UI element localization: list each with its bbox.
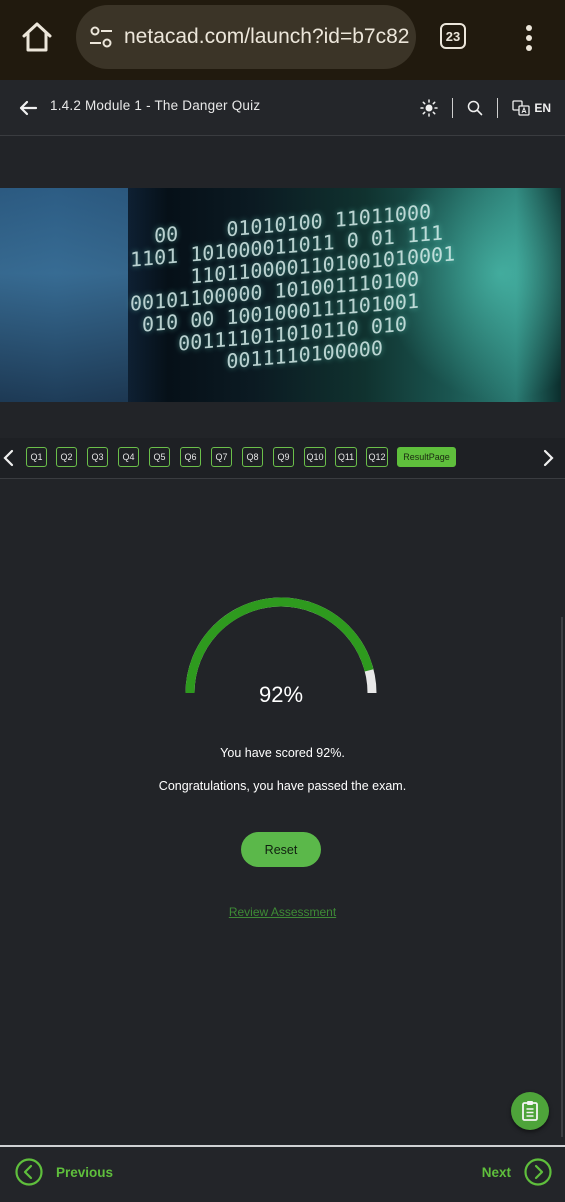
pass-message: Congratulations, you have passed the exa… — [158, 779, 407, 793]
divider — [497, 98, 499, 118]
gauge-track — [185, 597, 377, 694]
chevron-left-icon[interactable] — [2, 448, 16, 468]
question-button-q10[interactable]: Q10 — [304, 447, 326, 467]
next-label: Next — [481, 1164, 511, 1180]
home-icon[interactable] — [20, 20, 54, 54]
page-footer: Previous Next — [0, 1145, 565, 1202]
review-assessment-link[interactable]: Review Assessment — [0, 905, 565, 919]
page-title: 1.4.2 Module 1 - The Danger Quiz — [50, 98, 261, 113]
module-banner-image: 00 01010100 11011000 1101 101000011011 0… — [0, 188, 561, 402]
question-button-q3[interactable]: Q3 — [87, 447, 108, 467]
question-button-q11[interactable]: Q11 — [335, 447, 357, 467]
reset-button[interactable]: Reset — [241, 832, 321, 867]
next-button[interactable]: Next — [482, 1158, 552, 1186]
tab-switcher-button[interactable]: 23 — [440, 23, 466, 49]
clipboard-icon — [522, 1101, 538, 1121]
site-settings-icon[interactable] — [88, 24, 114, 50]
question-button-q6[interactable]: Q6 — [180, 447, 201, 467]
banner-left-panel — [0, 188, 128, 402]
translate-icon[interactable] — [512, 100, 530, 116]
chevron-right-icon[interactable] — [541, 448, 555, 468]
address-bar[interactable]: netacad.com/launch?id=b7c82 — [76, 5, 416, 69]
circle-arrow-left-icon — [15, 1158, 43, 1186]
previous-label: Previous — [56, 1164, 114, 1180]
back-arrow-icon[interactable] — [18, 98, 38, 118]
browser-toolbar: netacad.com/launch?id=b7c82 23 — [0, 0, 565, 80]
question-button-q5[interactable]: Q5 — [149, 447, 170, 467]
search-icon[interactable] — [467, 100, 483, 116]
header-actions: EN — [420, 96, 551, 120]
question-button-q2[interactable]: Q2 — [56, 447, 77, 467]
question-button-q1[interactable]: Q1 — [26, 447, 47, 467]
language-label[interactable]: EN — [534, 101, 551, 115]
question-navigation: Q1 Q2 Q3 Q4 Q5 Q6 Q7 Q8 Q9 Q10 Q11 Q12 ResultPage — [0, 438, 565, 479]
circle-arrow-right-icon — [524, 1158, 552, 1186]
more-vert-icon[interactable] — [518, 22, 540, 54]
question-button-q7[interactable]: Q7 — [211, 447, 232, 467]
theme-toggle-icon[interactable] — [420, 99, 439, 117]
question-button-q8[interactable]: Q8 — [242, 447, 263, 467]
gauge-fill — [185, 597, 374, 694]
score-message: You have scored 92%. — [220, 746, 345, 760]
question-button-q9[interactable]: Q9 — [273, 447, 294, 467]
question-button-q4[interactable]: Q4 — [118, 447, 139, 467]
result-page-button[interactable]: ResultPage — [397, 447, 456, 467]
url-text[interactable]: netacad.com/launch?id=b7c82 — [124, 25, 409, 49]
divider — [452, 98, 454, 118]
scrollbar[interactable] — [561, 617, 563, 1137]
course-header: 1.4.2 Module 1 - The Danger Quiz EN — [0, 80, 565, 136]
notes-button[interactable] — [511, 1092, 549, 1130]
question-button-q12[interactable]: Q12 — [366, 447, 388, 467]
previous-button[interactable]: Previous — [15, 1158, 113, 1186]
score-percent: 92% — [258, 682, 304, 707]
